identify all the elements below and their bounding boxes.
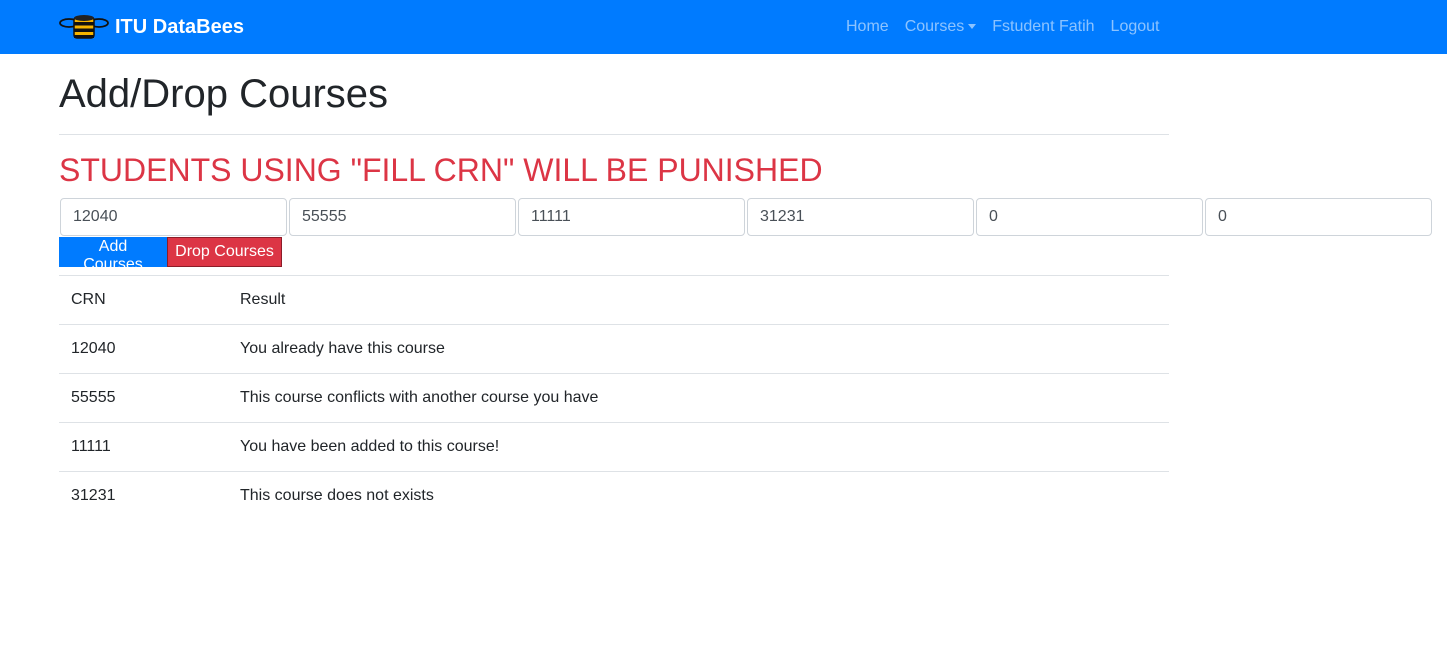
crn-input-3[interactable]: [518, 198, 745, 236]
crn-input-2[interactable]: [289, 198, 516, 236]
nav-home[interactable]: Home: [846, 18, 889, 36]
row-crn: 31231: [59, 471, 228, 521]
table-row: 31231 This course does not exists: [59, 471, 1169, 521]
crn-input-1[interactable]: [60, 198, 287, 236]
nav-user[interactable]: Fstudent Fatih: [992, 18, 1094, 36]
table-row: 11111 You have been added to this course…: [59, 422, 1169, 472]
crn-input-5[interactable]: [976, 198, 1203, 236]
crn-input-6[interactable]: [1205, 198, 1432, 236]
warning-message: STUDENTS USING "FILL CRN" WILL BE PUNISH…: [59, 152, 823, 188]
header-crn: CRN: [59, 275, 228, 325]
nav-courses-label: Courses: [904, 18, 965, 35]
row-result: This course does not exists: [228, 471, 1169, 521]
row-crn: 55555: [59, 373, 228, 423]
divider: [59, 134, 1169, 135]
header-result: Result: [228, 275, 1169, 325]
table-row: 12040 You already have this course: [59, 324, 1169, 374]
table-header-row: CRN Result: [59, 275, 1169, 325]
navbar: ITU DataBees Home Courses Fstudent Fatih…: [0, 0, 1447, 54]
nav-logout[interactable]: Logout: [1111, 18, 1160, 36]
row-crn: 12040: [59, 324, 228, 374]
row-crn: 11111: [59, 422, 228, 472]
row-result: This course conflicts with another cours…: [228, 373, 1169, 423]
nav-links: Home Courses Fstudent Fatih Logout: [846, 0, 1175, 54]
drop-courses-button[interactable]: Drop Courses: [167, 237, 282, 267]
table-row: 55555 This course conflicts with another…: [59, 373, 1169, 423]
brand-link[interactable]: ITU DataBees: [59, 12, 244, 42]
add-courses-button[interactable]: Add Courses: [59, 237, 167, 273]
row-result: You have been added to this course!: [228, 422, 1169, 472]
crn-input-4[interactable]: [747, 198, 974, 236]
row-result: You already have this course: [228, 324, 1169, 374]
bee-database-icon: [59, 15, 109, 39]
nav-courses-dropdown[interactable]: Courses: [905, 18, 977, 36]
brand-name: ITU DataBees: [115, 15, 244, 38]
results-table: CRN Result 12040 You already have this c…: [59, 275, 1169, 521]
caret-down-icon: [968, 23, 977, 29]
page-title: Add/Drop Courses: [59, 72, 389, 116]
